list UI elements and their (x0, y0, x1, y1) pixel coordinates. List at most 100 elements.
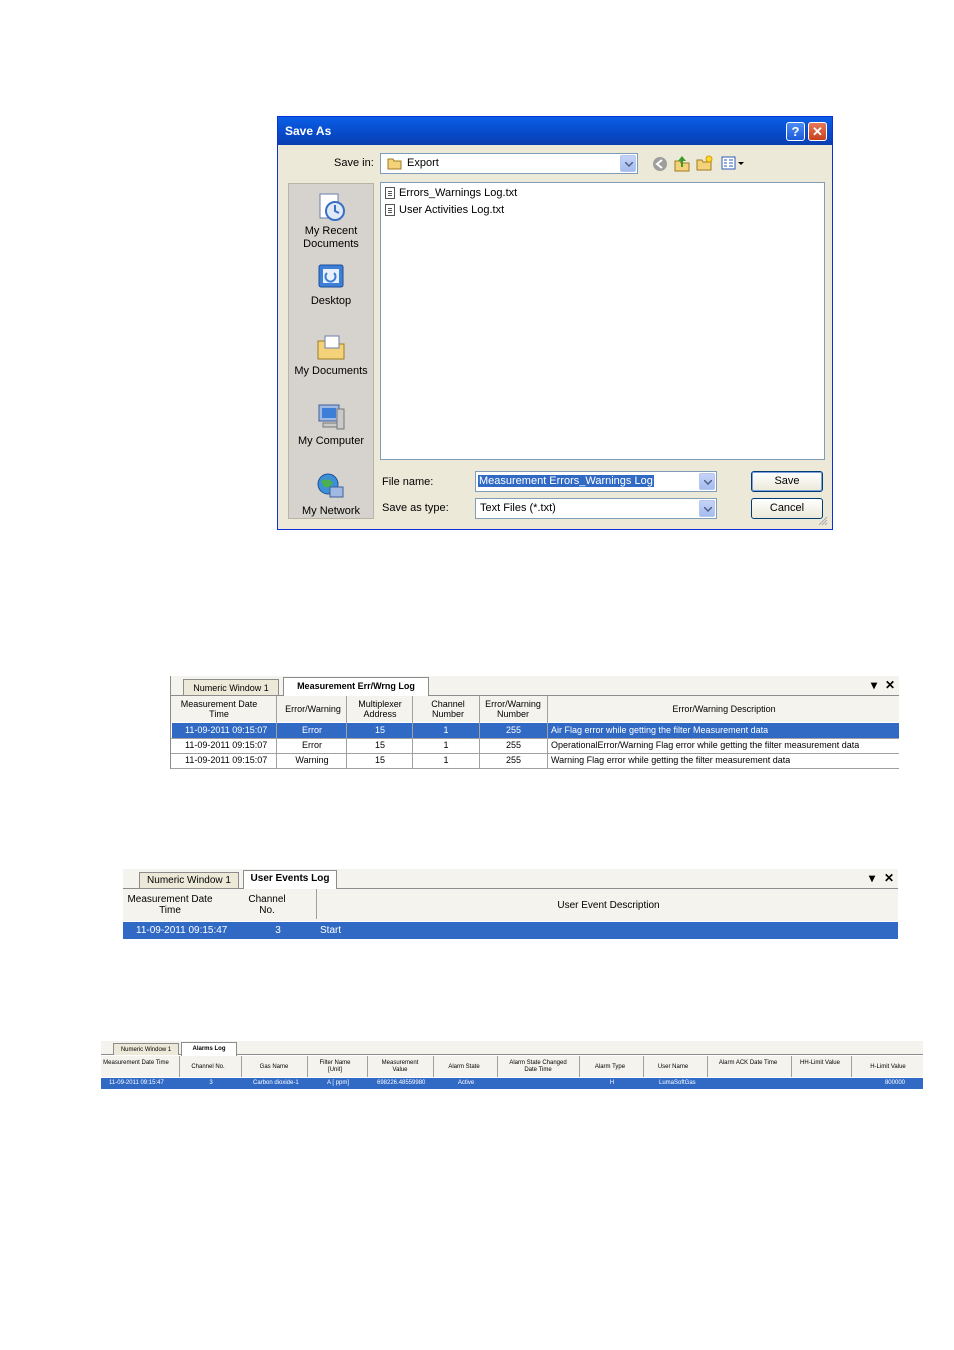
cell-number: 255 (505, 755, 522, 765)
table-header: Measurement Date Time Channel No. User E… (123, 889, 898, 921)
column-header[interactable]: Channel No. (241, 894, 293, 916)
column-header[interactable]: Alarm ACK Date Time (713, 1060, 783, 1067)
file-item[interactable]: Errors_Warnings Log.txt (385, 185, 517, 201)
table-header: Measurement Date Time Channel No. Gas Na… (101, 1056, 923, 1077)
column-header[interactable]: Alarm State Changed Date Time (503, 1060, 573, 1074)
place-my-computer[interactable]: My Computer (289, 401, 373, 448)
cell-description: Start (320, 925, 342, 936)
column-header[interactable]: Channel Number (418, 699, 478, 719)
column-divider (579, 1056, 580, 1077)
column-divider (367, 1056, 368, 1077)
cell-measurement-value: 698226.48559980 (377, 1080, 426, 1086)
tab-strip: Numeric Window 1 Alarms Log (101, 1041, 923, 1056)
place-my-documents[interactable]: My Documents (289, 331, 373, 378)
row-divider (171, 768, 899, 769)
cell-channel: 3 (209, 1080, 213, 1086)
column-divider (707, 1056, 708, 1077)
column-divider (791, 1056, 792, 1077)
user-events-panel: Numeric Window 1 User Events Log ▾ ✕ Mea… (123, 869, 898, 940)
tab-measurement-err-log[interactable]: Measurement Err/Wrng Log (283, 677, 429, 696)
close-icon[interactable]: ✕ (885, 678, 895, 692)
my-computer-icon (318, 404, 345, 430)
table-row[interactable] (123, 922, 898, 939)
column-divider (241, 1056, 242, 1077)
dialog-titlebar[interactable]: Save As ? ✕ (278, 117, 832, 145)
column-divider (643, 1056, 644, 1077)
error-log-panel: Numeric Window 1 Measurement Err/Wrng Lo… (170, 676, 899, 769)
column-header[interactable]: Filter Name [Unit] (315, 1060, 355, 1074)
resize-grip-icon[interactable] (818, 516, 828, 526)
cell-address: 15 (374, 755, 385, 765)
file-name: User Activities Log.txt (399, 204, 505, 216)
place-my-network[interactable]: My Network (289, 471, 373, 518)
cell-h-limit: 800000 (884, 1080, 905, 1086)
close-button[interactable]: ✕ (808, 122, 827, 141)
new-folder-icon[interactable] (696, 155, 713, 172)
desktop-icon (318, 264, 344, 288)
text-file-icon (385, 204, 395, 217)
column-header[interactable]: Multiplexer Address (351, 699, 409, 719)
cell-channel: 1 (443, 740, 449, 750)
cell-type: Error (302, 740, 322, 750)
chevron-down-icon[interactable] (620, 155, 636, 172)
column-divider (316, 889, 317, 919)
cell-datetime: 11-09-2011 09:15:07 (185, 725, 268, 735)
chevron-down-icon[interactable] (699, 500, 715, 517)
view-menu-icon[interactable] (721, 156, 745, 172)
pin-dropdown-icon[interactable]: ▾ (871, 678, 877, 692)
place-label: My Computer (297, 435, 365, 447)
cell-description: OperationalError/Warning Flag error whil… (551, 740, 860, 750)
file-item[interactable]: User Activities Log.txt (385, 202, 504, 218)
column-divider (433, 1056, 434, 1077)
cell-channel: 1 (443, 755, 449, 765)
column-header[interactable]: Error/Warning Number (481, 699, 545, 719)
place-my-recent-documents[interactable]: My Recent Documents (289, 191, 373, 251)
save-button[interactable]: Save (751, 471, 823, 492)
place-label: Desktop (310, 295, 352, 307)
close-icon[interactable]: ✕ (884, 871, 894, 885)
cell-datetime: 11-09-2011 09:15:07 (185, 755, 268, 765)
save-as-type-dropdown[interactable]: Text Files (*.txt) (475, 498, 717, 519)
places-bar: My Recent Documents Desktop My Documents (288, 183, 374, 519)
tab-numeric-window[interactable]: Numeric Window 1 (113, 1043, 179, 1055)
tab-numeric-window[interactable]: Numeric Window 1 (183, 679, 279, 695)
file-list[interactable]: Errors_Warnings Log.txt User Activities … (380, 182, 825, 460)
column-header[interactable]: H-Limit Value (859, 1064, 917, 1071)
column-header[interactable]: Error/Warning (278, 704, 348, 714)
help-button[interactable]: ? (786, 122, 805, 141)
place-label: My Recent Documents (303, 225, 359, 250)
column-header[interactable]: User Event Description (319, 900, 898, 911)
cell-number: 255 (505, 725, 522, 735)
file-name: Errors_Warnings Log.txt (399, 187, 518, 199)
tab-alarms-log[interactable]: Alarms Log (181, 1042, 237, 1056)
column-header[interactable]: Measurement Date Time (171, 699, 267, 719)
file-name-label: File name: (382, 476, 434, 488)
back-icon[interactable] (652, 156, 668, 172)
save-in-dropdown[interactable]: Export (380, 153, 638, 174)
save-as-type-value: Text Files (*.txt) (480, 502, 556, 514)
column-header[interactable]: Measurement Value (375, 1060, 425, 1074)
cell-filter-name: A [ ppm] (326, 1080, 349, 1086)
cell-datetime: 11-09-2011 09:15:47 (136, 925, 228, 936)
column-header[interactable]: HH-Limit Value (797, 1060, 843, 1067)
tab-user-events-log[interactable]: User Events Log (243, 870, 337, 889)
cancel-button[interactable]: Cancel (751, 498, 823, 519)
column-header[interactable]: Measurement Date Time (123, 894, 217, 916)
column-header[interactable]: User Name (649, 1064, 697, 1071)
cell-alarm-type: H (609, 1080, 615, 1086)
dialog-title: Save As (285, 124, 332, 138)
place-desktop[interactable]: Desktop (289, 261, 373, 308)
cell-type: Error (302, 725, 322, 735)
cell-alarm-state: Active (457, 1080, 475, 1086)
column-header[interactable]: Alarm Type (587, 1064, 633, 1071)
file-name-input[interactable]: Measurement Errors_Warnings Log (475, 471, 717, 492)
column-header[interactable]: Gas Name (249, 1064, 299, 1071)
pin-dropdown-icon[interactable]: ▾ (869, 871, 875, 885)
up-folder-icon[interactable] (674, 155, 690, 172)
column-header[interactable]: Alarm State (441, 1064, 487, 1071)
column-header[interactable]: Channel No. (181, 1064, 235, 1071)
column-header[interactable]: Measurement Date Time (101, 1060, 171, 1067)
column-header[interactable]: Error/Warning Description (549, 704, 899, 714)
chevron-down-icon[interactable] (699, 473, 715, 490)
tab-numeric-window[interactable]: Numeric Window 1 (139, 872, 239, 888)
